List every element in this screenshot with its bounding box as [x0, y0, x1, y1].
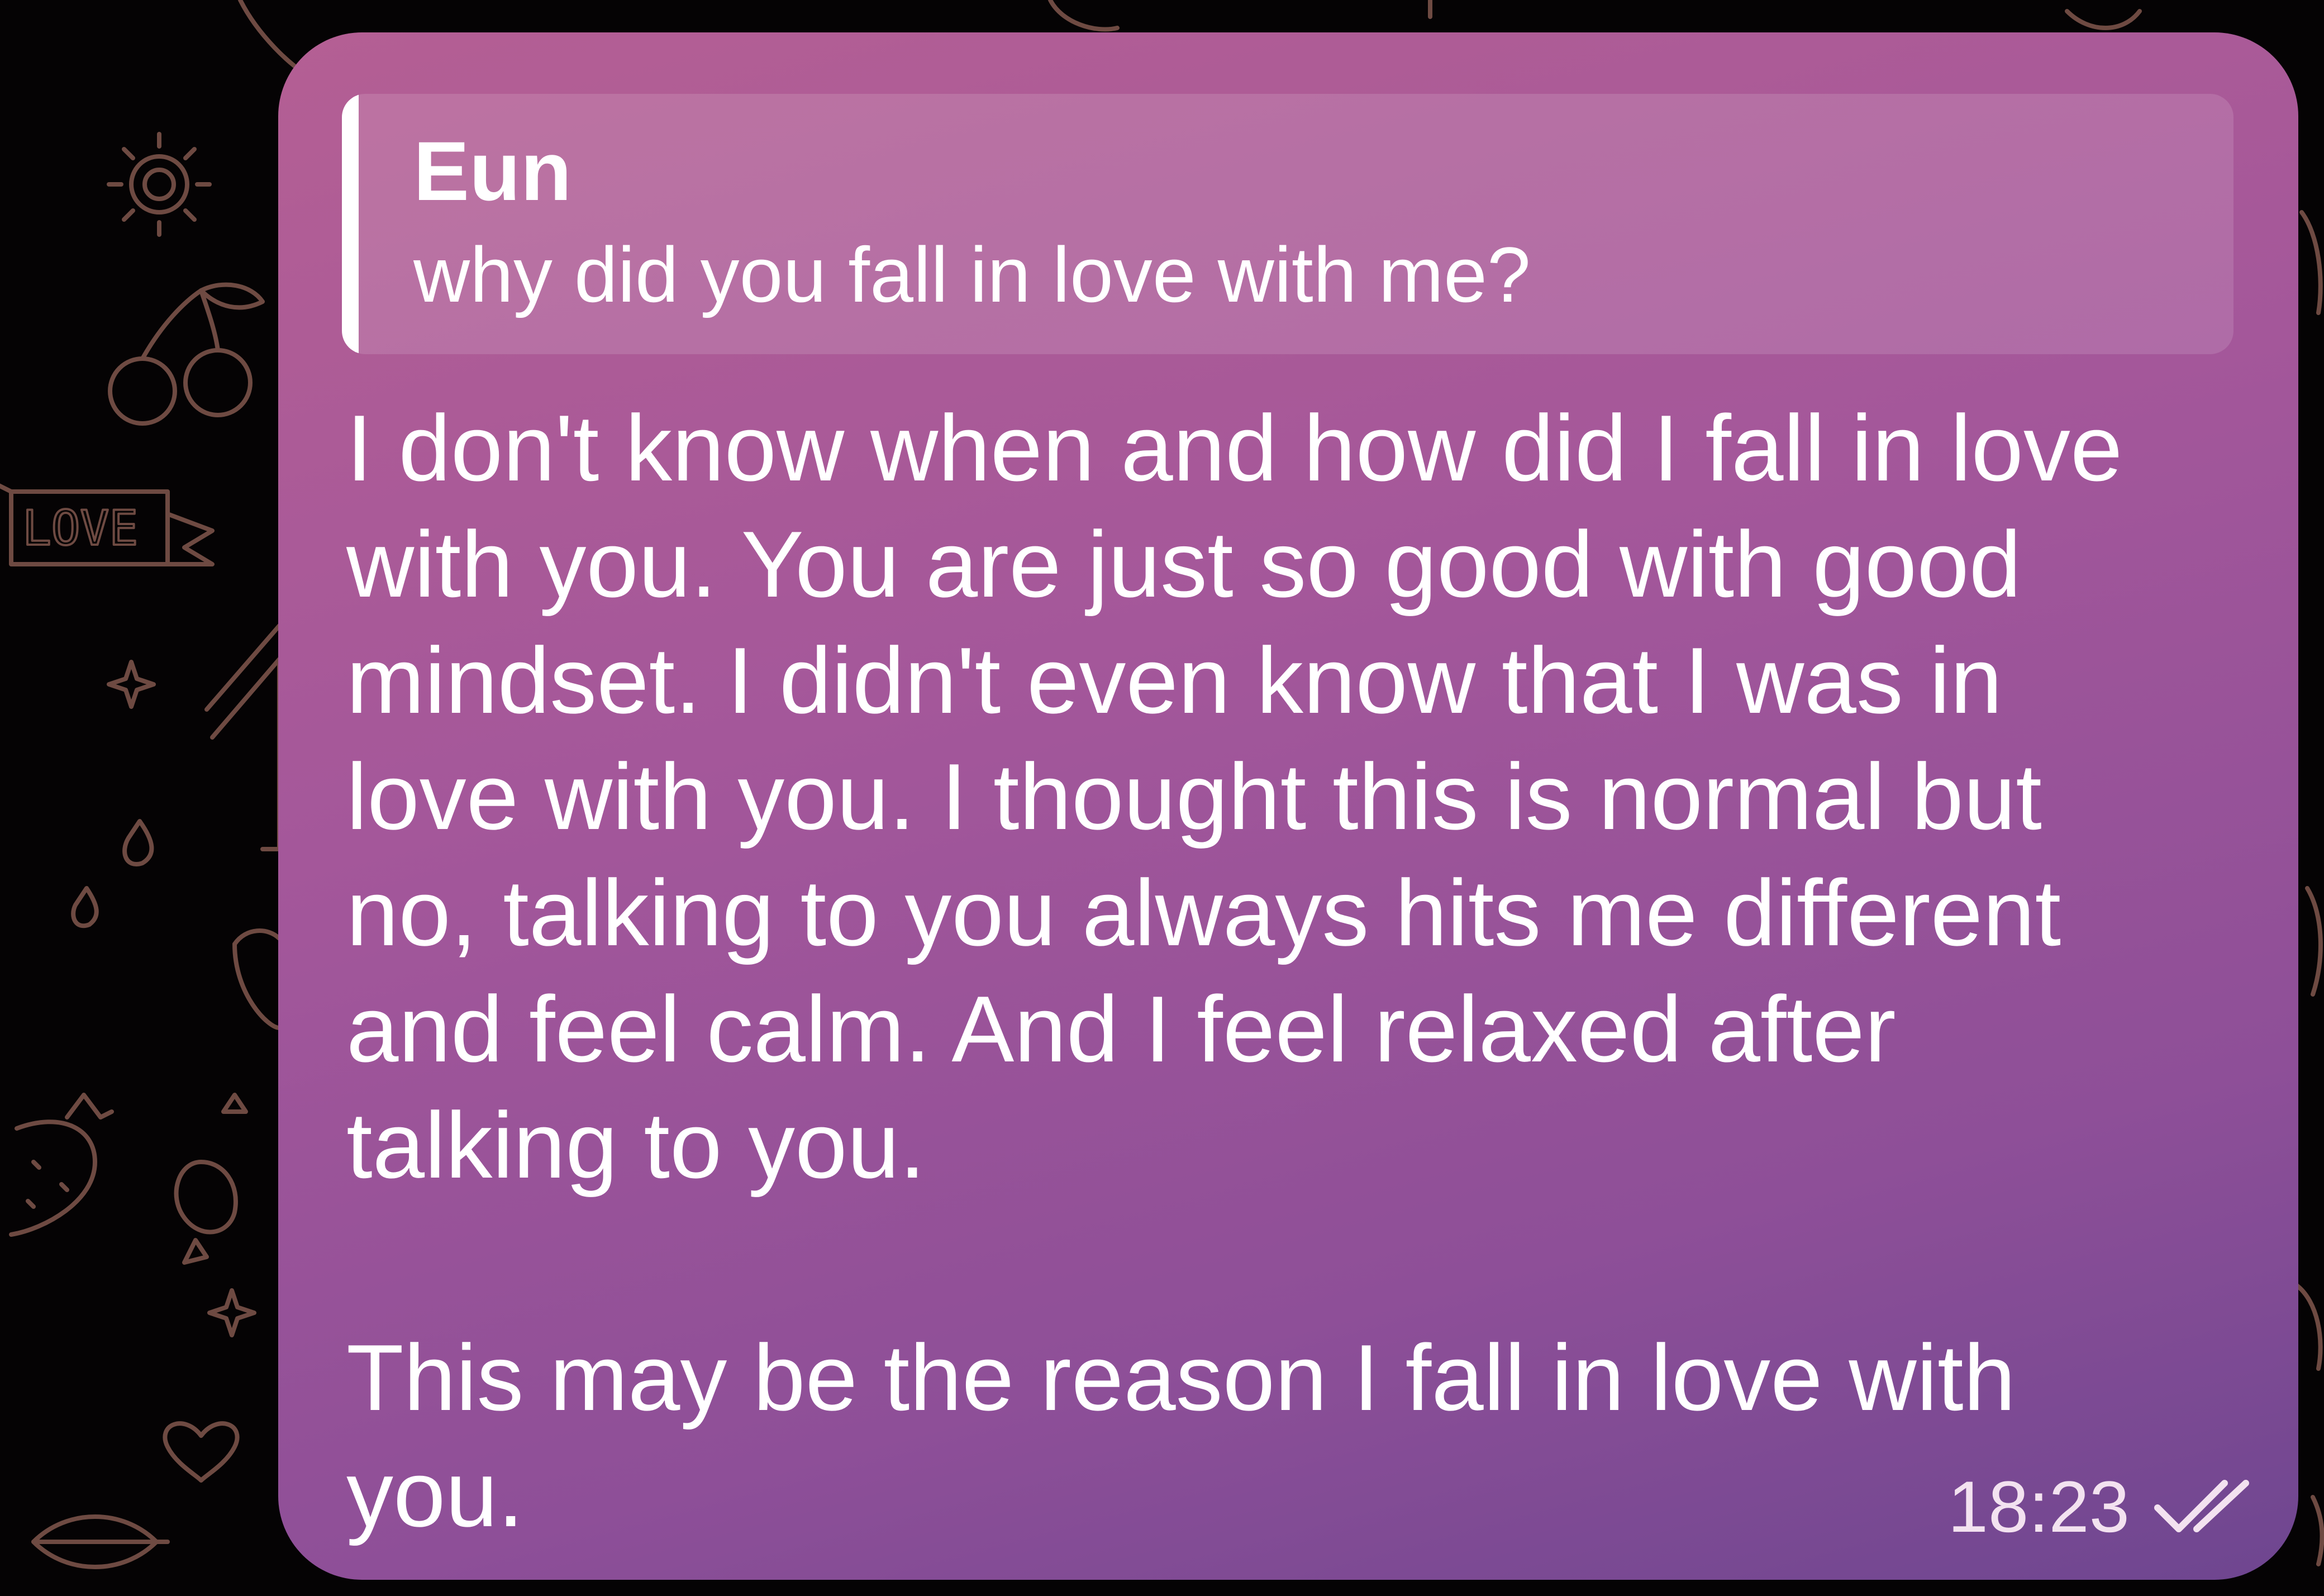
double-check-icon — [2152, 1473, 2258, 1540]
svg-text:LOVE: LOVE — [22, 501, 138, 556]
reply-accent-bar — [342, 94, 359, 354]
message-meta: 18:23 — [1948, 1470, 2258, 1543]
message-text: I don't know when and how did I fall in … — [346, 390, 2257, 1552]
reply-sender-name: Eun — [413, 124, 572, 218]
message-line: mindset. I didn't even know that I was i… — [346, 628, 2003, 733]
message-line — [346, 1203, 2257, 1319]
message-bubble[interactable]: Eun why did you fall in love with me? I … — [278, 32, 2298, 1580]
message-line: I don't know when and how did I fall in … — [346, 396, 2123, 501]
reply-quote[interactable]: Eun why did you fall in love with me? — [342, 94, 2233, 354]
message-time: 18:23 — [1947, 1466, 2130, 1547]
reply-quoted-text: why did you fall in love with me? — [413, 231, 1531, 318]
cherry-doodle-icon — [108, 282, 265, 426]
message-line: no, talking to you always hits me differ… — [346, 860, 2061, 965]
strawberry-doodle-icon — [9, 1093, 114, 1237]
message-line: talking to you. — [346, 1093, 926, 1198]
message-line: with you. You are just so good with good — [346, 512, 2022, 617]
message-line: love with you. I thought this is normal … — [346, 744, 2042, 849]
message-line: and feel calm. And I feel relaxed after — [346, 976, 1896, 1082]
message-line: This may be the reason I fall in love wi… — [346, 1325, 2016, 1430]
sun-doodle-icon — [107, 132, 212, 237]
